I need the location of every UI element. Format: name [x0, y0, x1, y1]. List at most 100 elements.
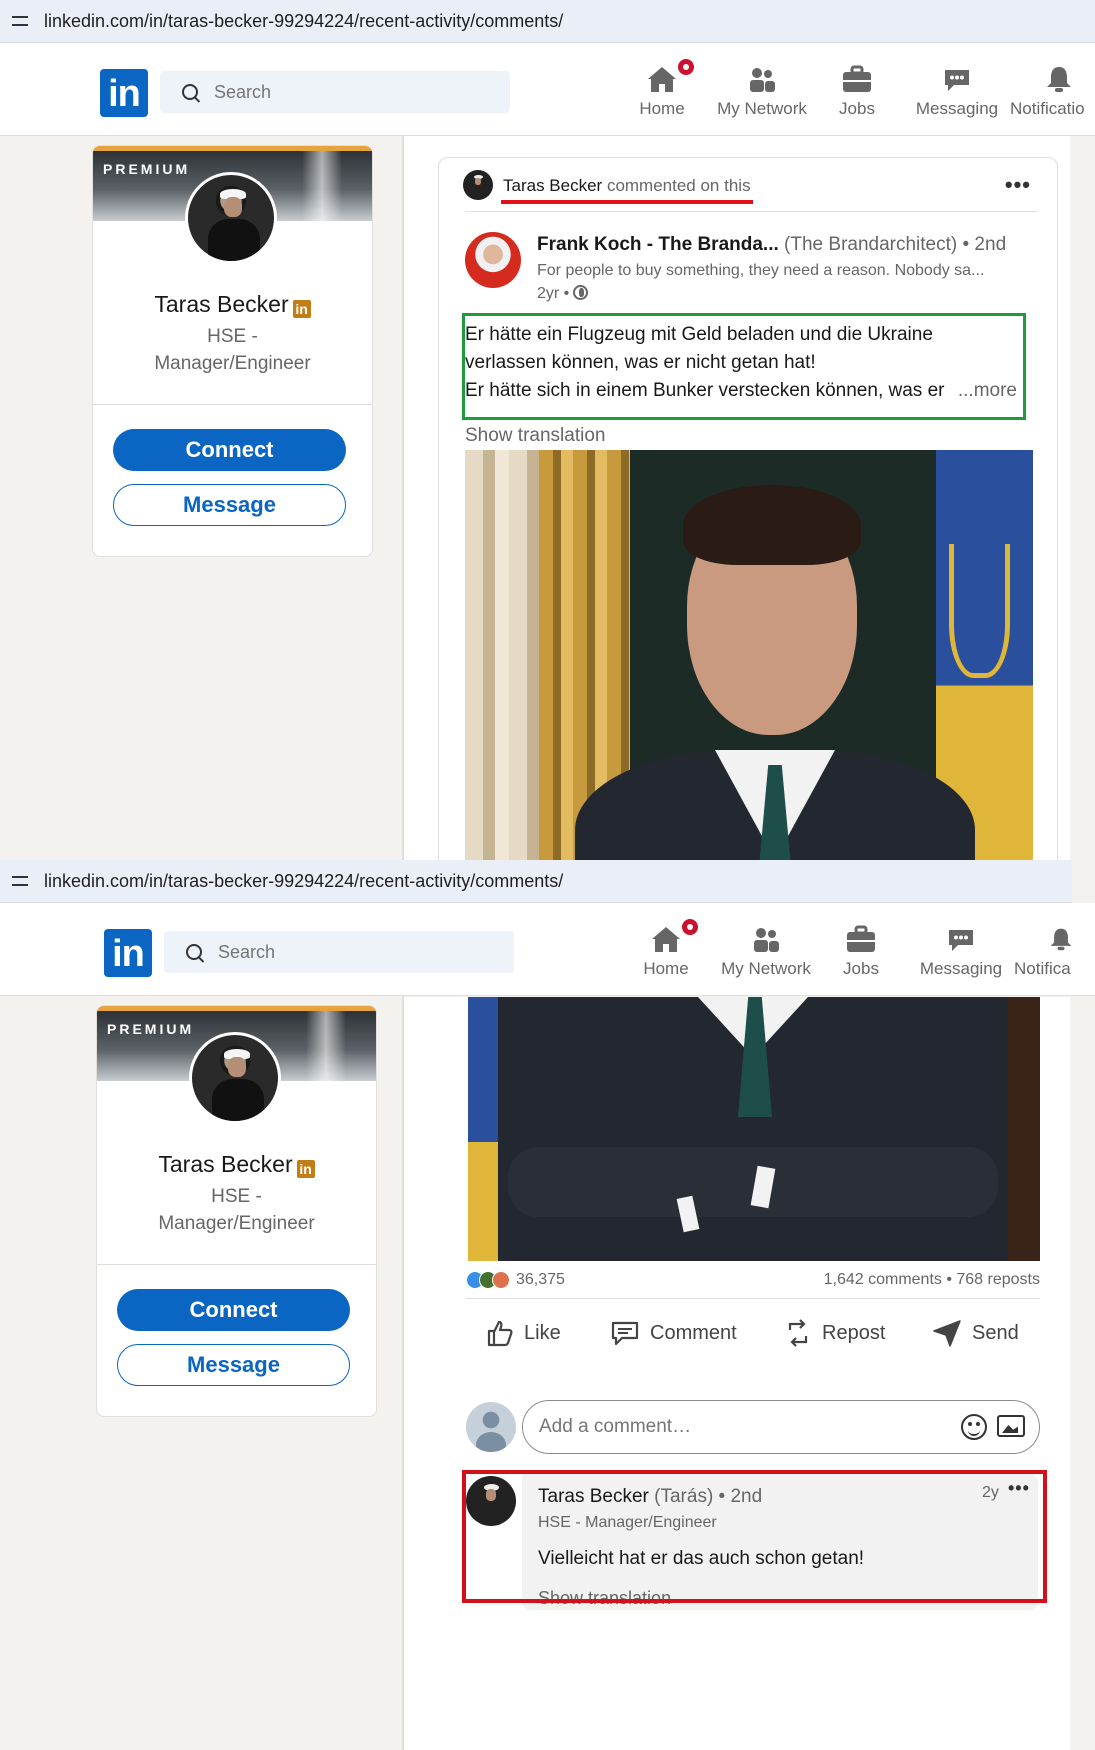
- red-underline-annotation: [501, 200, 753, 204]
- author-alias: (The Brandarchitect) • 2nd: [784, 234, 1007, 255]
- author-subtitle: For people to buy something, they need a…: [537, 262, 985, 279]
- top-nav: in Home My Network Jobs: [0, 903, 1095, 996]
- my-avatar[interactable]: [466, 1402, 516, 1452]
- commenter-avatar[interactable]: [463, 170, 493, 200]
- nav-my-network[interactable]: My Network: [712, 61, 812, 119]
- comment-button[interactable]: Comment: [610, 1310, 737, 1356]
- author-name[interactable]: Frank Koch - The Branda... (The Brandarc…: [537, 234, 1006, 256]
- network-icon: [716, 921, 816, 953]
- profile-avatar[interactable]: [189, 1032, 281, 1124]
- reactions-summary[interactable]: 36,375: [466, 1271, 565, 1289]
- thumbs-up-icon: [487, 1320, 513, 1347]
- browser-url-bar[interactable]: linkedin.com/in/taras-becker-99294224/re…: [0, 860, 1072, 903]
- premium-label: PREMIUM: [107, 1021, 195, 1037]
- nav-notifications[interactable]: Notificatio: [1010, 61, 1095, 119]
- emoji-icon[interactable]: [961, 1414, 987, 1440]
- linkedin-logo[interactable]: in: [104, 929, 152, 977]
- comments-reposts-count[interactable]: 1,642 comments • 768 reposts: [824, 1271, 1040, 1289]
- post-time: 2yr •: [537, 285, 570, 302]
- post-text-line: verlassen können, was er nicht getan hat…: [465, 352, 816, 373]
- site-settings-icon[interactable]: [10, 871, 30, 891]
- post-text-line: Er hätte sich in einem Bunker verstecken…: [465, 380, 945, 401]
- banner-shine: [302, 151, 342, 226]
- send-icon: [933, 1320, 961, 1347]
- stats-divider: [466, 1298, 1040, 1299]
- nav-home[interactable]: Home: [634, 57, 696, 119]
- globe-icon: [573, 285, 589, 300]
- show-translation-link[interactable]: Show translation: [465, 425, 605, 447]
- connect-button[interactable]: Connect: [117, 1289, 350, 1331]
- comment-box[interactable]: [522, 1400, 1040, 1454]
- profile-name-text[interactable]: Taras Becker: [158, 1151, 292, 1177]
- reactions-count[interactable]: 36,375: [516, 1271, 565, 1289]
- site-settings-icon[interactable]: [10, 11, 30, 31]
- nav-jobs[interactable]: Jobs: [832, 61, 882, 119]
- image-crossed-arms: [508, 1147, 998, 1217]
- like-label: Like: [524, 1321, 561, 1344]
- search-input[interactable]: [216, 940, 500, 964]
- message-button[interactable]: Message: [117, 1344, 350, 1386]
- post-image[interactable]: [468, 997, 1040, 1261]
- bell-icon: [1010, 61, 1095, 93]
- premium-badge-icon: in: [296, 1160, 315, 1178]
- nav-messaging[interactable]: Messaging: [916, 921, 1006, 979]
- love-reaction-icon: [492, 1271, 510, 1289]
- url-text[interactable]: linkedin.com/in/taras-becker-99294224/re…: [44, 11, 563, 32]
- nav-messaging-label: Messaging: [919, 959, 1003, 978]
- notification-dot-icon: [680, 917, 700, 937]
- send-label: Send: [972, 1321, 1019, 1344]
- activity-header: Taras Becker commented on this: [503, 176, 751, 196]
- activity-text: commented on this: [606, 176, 751, 195]
- post-image[interactable]: [465, 450, 1033, 860]
- header-divider: [465, 211, 1037, 212]
- card-divider: [93, 404, 372, 405]
- nav-notifications[interactable]: Notifica: [1014, 921, 1074, 979]
- image-upload-icon[interactable]: [997, 1415, 1025, 1437]
- send-button[interactable]: Send: [932, 1310, 1019, 1356]
- profile-name-text[interactable]: Taras Becker: [154, 291, 288, 317]
- nav-notifications-label: Notificatio: [1010, 99, 1085, 118]
- search-box[interactable]: [164, 931, 514, 973]
- nav-my-network-label: My Network: [717, 99, 807, 118]
- message-button[interactable]: Message: [113, 484, 346, 526]
- activity-name[interactable]: Taras Becker: [503, 176, 602, 195]
- linkedin-logo[interactable]: in: [100, 69, 148, 117]
- see-more-link[interactable]: ...more: [949, 377, 1017, 405]
- screenshot-top: linkedin.com/in/taras-becker-99294224/re…: [0, 0, 1095, 860]
- search-icon: [186, 944, 202, 960]
- notification-dot-icon: [676, 57, 696, 77]
- profile-avatar[interactable]: [185, 172, 277, 264]
- browser-url-bar[interactable]: linkedin.com/in/taras-becker-99294224/re…: [0, 0, 1095, 43]
- home-icon: [638, 917, 700, 953]
- nav-jobs[interactable]: Jobs: [836, 921, 886, 979]
- author-name-text[interactable]: Frank Koch - The Branda...: [537, 234, 779, 255]
- nav-home[interactable]: Home: [638, 917, 700, 979]
- author-time: 2yr •: [537, 285, 589, 303]
- nav-messaging-label: Messaging: [915, 99, 999, 118]
- nav-my-network[interactable]: My Network: [716, 921, 816, 979]
- like-button[interactable]: Like: [486, 1310, 561, 1356]
- nav-home-label: Home: [639, 99, 685, 118]
- author-avatar[interactable]: [465, 232, 521, 288]
- connect-button[interactable]: Connect: [113, 429, 346, 471]
- comment-input[interactable]: [537, 1415, 921, 1439]
- search-icon: [182, 84, 198, 100]
- search-input[interactable]: [212, 80, 496, 104]
- profile-name[interactable]: Taras Becker in: [97, 1151, 376, 1178]
- search-box[interactable]: [160, 71, 510, 113]
- url-text[interactable]: linkedin.com/in/taras-becker-99294224/re…: [44, 871, 563, 892]
- nav-home-label: Home: [643, 959, 689, 978]
- more-options-icon[interactable]: •••: [1005, 172, 1031, 198]
- nav-jobs-label: Jobs: [843, 959, 879, 978]
- top-nav: in Home My Network Jobs: [0, 43, 1095, 136]
- nav-messaging[interactable]: Notificatio Messaging: [912, 61, 1002, 119]
- repost-button[interactable]: Repost: [784, 1310, 885, 1356]
- banner-shine: [306, 1011, 346, 1086]
- premium-badge-icon: in: [292, 300, 311, 318]
- profile-name[interactable]: Taras Becker in: [93, 291, 372, 318]
- nav-jobs-label: Jobs: [839, 99, 875, 118]
- bell-icon: [1014, 921, 1074, 953]
- briefcase-icon: [832, 61, 882, 93]
- briefcase-icon: [836, 921, 886, 953]
- repost-icon: [788, 1319, 808, 1347]
